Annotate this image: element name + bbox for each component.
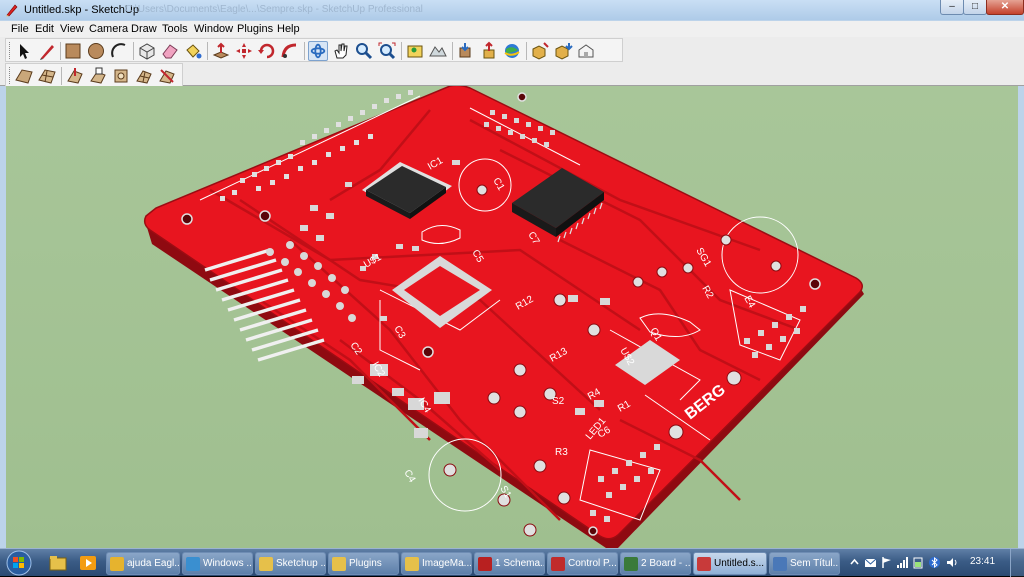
main-toolbar [5,38,623,62]
show-desktop-button[interactable] [1010,549,1024,577]
toolbar-area [0,37,1024,87]
menu-help[interactable]: Help [277,23,300,35]
folder-icon [405,557,419,571]
warehouse-icon[interactable] [576,41,596,61]
folder-icon [259,557,273,571]
zoom-icon[interactable] [354,41,374,61]
menu-plugins[interactable]: Plugins [237,23,273,35]
battery-icon[interactable] [912,556,925,569]
zoom-extents-icon[interactable] [377,41,397,61]
taskbar: ajuda Eagl... Windows ... Sketchup ... P… [0,548,1024,577]
title-bar[interactable]: Untitled.skp - SketchUp C:\Users\Documen… [0,0,1024,20]
bluetooth-icon[interactable] [928,556,941,569]
make-component-icon[interactable] [137,41,157,61]
add-detail-icon[interactable] [134,66,154,86]
start-button[interactable] [2,550,36,576]
task-untitled-sketchup[interactable]: Untitled.s... [693,552,767,575]
pencil-line-icon[interactable] [37,41,57,61]
sandbox-toolbar [5,63,183,87]
eagle-control-panel-icon [551,557,565,571]
eagle-schematic-icon [478,557,492,571]
action-center-flag-icon[interactable] [880,556,893,569]
sandbox-grid-icon[interactable] [37,66,57,86]
minimize-button[interactable]: – [940,0,964,15]
task-imagemagick-folder[interactable]: ImageMa... [401,552,472,575]
menu-window[interactable]: Window [194,23,233,35]
sandbox-contours-icon[interactable] [14,66,34,86]
network-signal-icon[interactable] [896,556,909,569]
get-component-icon[interactable] [553,41,573,61]
menu-view[interactable]: View [60,23,84,35]
sketchup-app-icon [6,4,18,17]
share-component-icon[interactable] [530,41,550,61]
task-windows[interactable]: Windows ... [182,552,253,575]
chrome-icon [110,557,124,571]
close-button[interactable]: ✕ [986,0,1024,15]
orbit-icon[interactable] [308,41,328,61]
folder-icon [332,557,346,571]
label-s2: S2 [552,396,565,407]
paint-icon [773,557,787,571]
show-hidden-icons-icon[interactable] [848,556,861,569]
move-icon[interactable] [234,41,254,61]
menu-draw[interactable]: Draw [131,23,157,35]
pcb-model: IC1 C1 C2 C3 C4 C5 C6 C7 R1 R2 R3 R4 R12… [143,86,864,548]
system-clock[interactable]: 23:41 [970,556,995,567]
circle-icon[interactable] [86,41,106,61]
label-c4: C4 [401,468,417,485]
task-control-panel[interactable]: Control P... [547,552,618,575]
rectangle-icon[interactable] [63,41,83,61]
explorer-quicklaunch-icon[interactable] [48,553,68,573]
menu-edit[interactable]: Edit [35,23,54,35]
menu-file[interactable]: File [11,23,29,35]
window-title: Untitled.skp - SketchUp [24,4,139,16]
paint-bucket-icon[interactable] [183,41,203,61]
eraser-icon[interactable] [160,41,180,61]
toggle-terrain-icon[interactable] [428,41,448,61]
volume-icon[interactable] [946,556,959,569]
task-schematic[interactable]: 1 Schema... [474,552,545,575]
sketchup-icon [697,557,711,571]
drape-icon[interactable] [111,66,131,86]
task-board[interactable]: 2 Board - ... [620,552,691,575]
window-path-hint: C:\Users\Documents\Eagle\...\Sempre.skp … [125,4,423,15]
windows-icon [186,557,200,571]
share-model-icon[interactable] [479,41,499,61]
google-earth-icon[interactable] [502,41,522,61]
pan-hand-icon[interactable] [331,41,351,61]
add-location-icon[interactable] [405,41,425,61]
label-r3: R3 [555,447,568,458]
mail-icon[interactable] [864,556,877,569]
menu-bar: File Edit View Camera Draw Tools Window … [0,21,1024,37]
arc-icon[interactable] [109,41,129,61]
flip-edge-icon[interactable] [157,66,177,86]
menu-tools[interactable]: Tools [162,23,188,35]
task-chrome-ajuda[interactable]: ajuda Eagl... [106,552,180,575]
follow-me-icon[interactable] [280,41,300,61]
select-arrow-icon[interactable] [14,41,34,61]
media-player-quicklaunch-icon[interactable] [78,553,98,573]
rotate-icon[interactable] [257,41,277,61]
eagle-board-icon [624,557,638,571]
task-plugins-folder[interactable]: Plugins [328,552,399,575]
maximize-button[interactable]: □ [963,0,987,15]
drawing-viewport[interactable]: IC1 C1 C2 C3 C4 C5 C6 C7 R1 R2 R3 R4 R12… [6,86,1018,548]
get-models-icon[interactable] [456,41,476,61]
toolbar-grip[interactable] [9,67,11,84]
sketchup-window: Untitled.skp - SketchUp C:\Users\Documen… [0,0,1024,548]
smoove-icon[interactable] [65,66,85,86]
task-sketchup-folder[interactable]: Sketchup ... [255,552,326,575]
stamp-icon[interactable] [88,66,108,86]
task-sem-titulo[interactable]: Sem Títul... [769,552,840,575]
push-pull-icon[interactable] [211,41,231,61]
toolbar-grip[interactable] [9,42,11,59]
menu-camera[interactable]: Camera [89,23,128,35]
